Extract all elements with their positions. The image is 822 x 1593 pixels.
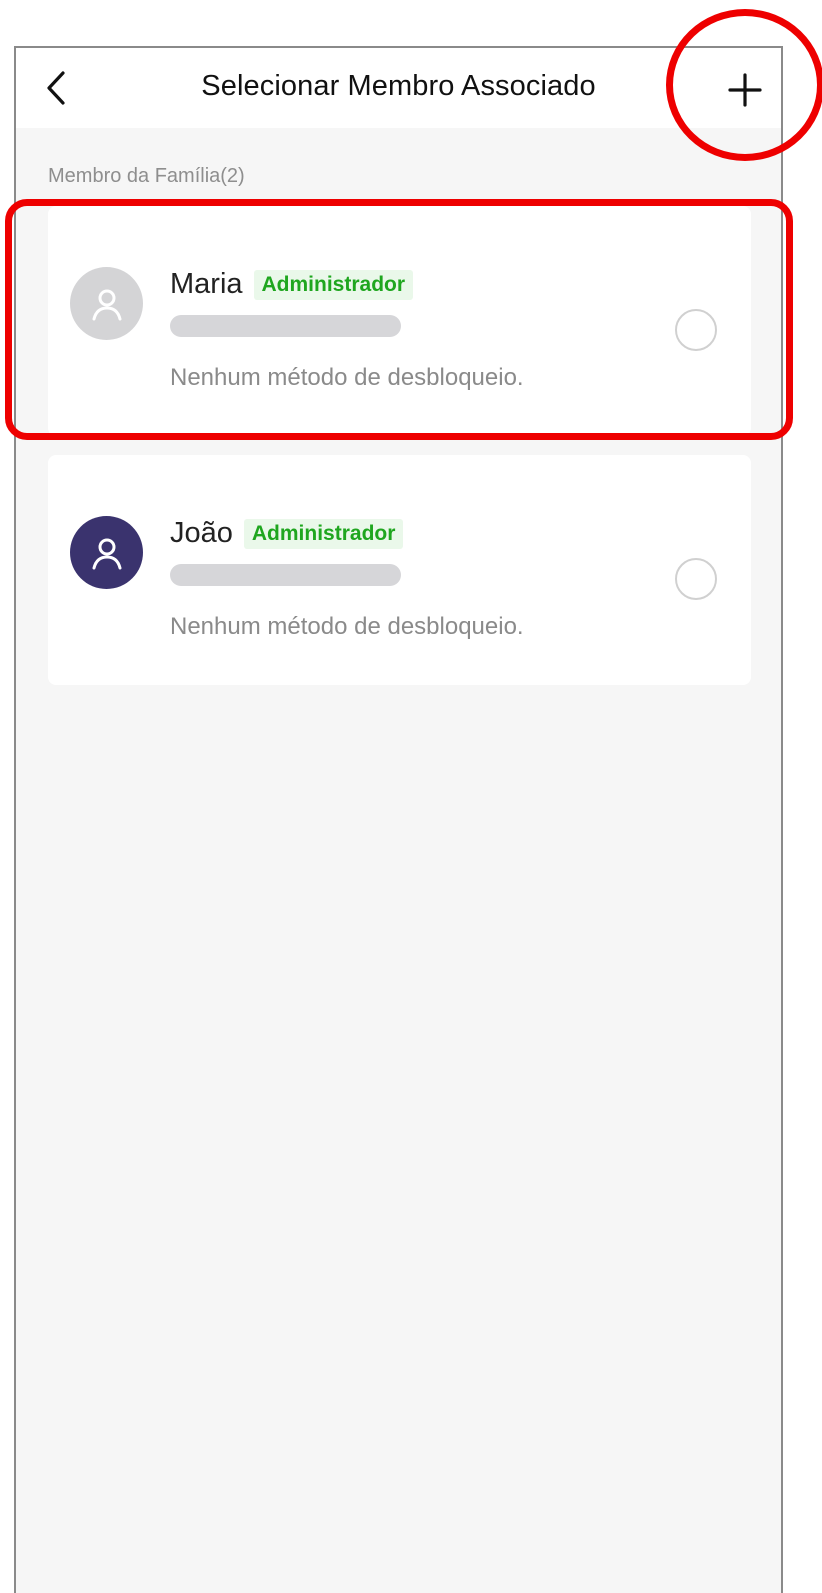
user-icon (92, 289, 121, 320)
member-name: Maria (170, 268, 243, 300)
role-badge: Administrador (243, 518, 404, 549)
page-title: Selecionar Membro Associado (201, 70, 596, 102)
add-member-button[interactable] (721, 66, 769, 114)
name-row: João Administrador (170, 517, 404, 550)
section-label-family-members: Membro da Família(2) (48, 165, 245, 187)
name-row: Maria Administrador (170, 268, 414, 301)
avatar (70, 267, 143, 340)
masked-info-placeholder (170, 564, 401, 586)
unlock-method-status: Nenhum método de desbloqueio. (170, 364, 524, 391)
member-card-joao[interactable]: João Administrador Nenhum método de desb… (48, 455, 751, 685)
role-badge: Administrador (253, 269, 414, 300)
unlock-method-status: Nenhum método de desbloqueio. (170, 613, 524, 640)
masked-info-placeholder (170, 315, 401, 337)
avatar (70, 516, 143, 589)
plus-icon (728, 73, 762, 107)
top-nav-bar: Selecionar Membro Associado (16, 48, 781, 128)
member-card-maria[interactable]: Maria Administrador Nenhum método de des… (48, 206, 751, 436)
user-icon (92, 538, 121, 569)
phone-frame: Selecionar Membro Associado Membro da Fa… (14, 46, 783, 1593)
member-name: João (170, 517, 233, 549)
select-radio[interactable] (675, 558, 717, 600)
select-radio[interactable] (675, 309, 717, 351)
